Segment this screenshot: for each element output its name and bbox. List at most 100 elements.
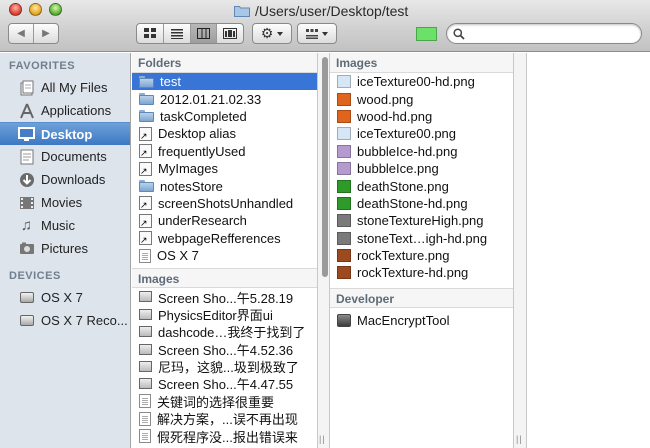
list-item-folder[interactable]: test: [132, 73, 317, 91]
search-field[interactable]: [446, 23, 642, 44]
list-view-icon: [170, 28, 183, 39]
list-item-application[interactable]: MacEncryptTool: [330, 312, 513, 329]
item-label: test: [160, 74, 181, 90]
list-item-document[interactable]: OS X 7: [132, 247, 317, 264]
list-item-image[interactable]: wood.png: [330, 90, 513, 107]
sidebar-item-desktop[interactable]: Desktop: [0, 122, 130, 145]
image-thumbnail-icon: [337, 249, 351, 263]
list-item-alias[interactable]: MyImages: [132, 160, 317, 177]
list-item-image[interactable]: stoneText…igh-hd.png: [330, 230, 513, 247]
item-label: 尼玛，这貌...圾到极致了: [158, 360, 299, 376]
sidebar-item-os-x-7-recovery[interactable]: OS X 7 Reco...: [0, 309, 130, 332]
list-item-image[interactable]: deathStone-hd.png: [330, 195, 513, 212]
coverflow-view-button[interactable]: [217, 24, 243, 43]
list-item-image[interactable]: deathStone.png: [330, 177, 513, 194]
column-resize-handle[interactable]: ||: [318, 53, 330, 448]
group-header-images: Images: [132, 268, 317, 289]
list-item-document[interactable]: 关键词的选择很重要: [132, 393, 317, 410]
list-item-image[interactable]: iceTexture00.png: [330, 125, 513, 142]
action-menu-button[interactable]: ⚙: [252, 23, 292, 44]
image-thumbnail-icon: [337, 144, 351, 158]
item-label: notesStore: [160, 178, 223, 194]
list-item-folder[interactable]: 2012.01.21.02.33: [132, 90, 317, 107]
list-item-screenshot[interactable]: dashcode…我终于找到了: [132, 323, 317, 340]
list-item-screenshot[interactable]: Screen Sho...午4.47.55: [132, 375, 317, 392]
list-item-screenshot[interactable]: Screen Sho...午4.52.36: [132, 340, 317, 358]
column-empty[interactable]: [527, 53, 650, 448]
list-item-screenshot[interactable]: Screen Sho...午5.28.19: [132, 288, 317, 306]
list-item-alias[interactable]: Desktop alias: [132, 125, 317, 142]
folder-icon: [234, 6, 250, 17]
list-item-folder[interactable]: taskCompleted: [132, 108, 317, 125]
movies-icon: [18, 194, 35, 211]
sidebar-item-label: Desktop: [41, 126, 93, 142]
list-item-image[interactable]: rockTexture.png: [330, 247, 513, 264]
sidebar-item-pictures[interactable]: Pictures: [0, 237, 130, 260]
back-button[interactable]: ◀: [9, 24, 34, 43]
scrollbar-thumb[interactable]: [322, 57, 328, 277]
screenshot-icon: [139, 343, 152, 355]
sidebar-item-label: OS X 7: [41, 290, 83, 305]
list-item-alias[interactable]: frequentlyUsed: [132, 143, 317, 160]
list-item-alias[interactable]: screenShotsUnhandled: [132, 195, 317, 212]
list-item-document[interactable]: 解决方案，...误不再出现: [132, 410, 317, 427]
sidebar-item-music[interactable]: ♫ Music: [0, 214, 130, 237]
list-view-button[interactable]: [164, 24, 191, 43]
column-test[interactable]: Images iceTexture00-hd.png wood.png wood-h…: [330, 53, 514, 448]
tag-color-button[interactable]: [416, 27, 437, 41]
application-icon: [337, 313, 351, 327]
icon-view-button[interactable]: [137, 24, 164, 43]
image-thumbnail-icon: [337, 231, 351, 245]
list-item-image[interactable]: bubbleIce-hd.png: [330, 143, 513, 160]
close-window-button[interactable]: [9, 3, 22, 16]
sidebar-item-all-my-files[interactable]: All My Files: [0, 76, 130, 99]
list-item-image[interactable]: bubbleIce.png: [330, 160, 513, 177]
image-thumbnail-icon: [337, 92, 351, 106]
list-item-alias[interactable]: webpageRefferences: [132, 230, 317, 247]
item-label: iceTexture00-hd.png: [357, 74, 475, 90]
list-item-screenshot[interactable]: PhysicsEditor界面ui: [132, 306, 317, 323]
arrange-icon: [306, 28, 318, 39]
screenshot-icon: [139, 291, 152, 303]
sidebar-item-os-x-7[interactable]: OS X 7: [0, 286, 130, 309]
forward-button[interactable]: ▶: [34, 24, 58, 43]
list-item-document[interactable]: 假死程序没...报出错误来: [132, 427, 317, 445]
sidebar-item-movies[interactable]: Movies: [0, 191, 130, 214]
column-resize-handle[interactable]: ||: [514, 53, 527, 448]
search-input[interactable]: [469, 26, 639, 41]
item-label: PhysicsEditor界面ui: [158, 307, 273, 323]
sidebar-section-favorites: FAVORITES: [9, 60, 76, 72]
sidebar: FAVORITES All My Files Applications Desk…: [0, 53, 131, 448]
dropdown-arrow-icon: [322, 31, 328, 36]
item-label: rockTexture-hd.png: [357, 265, 469, 281]
resize-grip-icon: ||: [516, 434, 523, 444]
minimize-window-button[interactable]: [29, 3, 42, 16]
item-label: Screen Sho...午5.28.19: [158, 290, 294, 306]
gear-icon: ⚙: [260, 25, 274, 41]
sidebar-item-applications[interactable]: Applications: [0, 99, 130, 122]
column-scrollbar[interactable]: [321, 53, 329, 448]
folder-icon: [139, 110, 154, 123]
arrange-menu-button[interactable]: [297, 23, 337, 44]
sidebar-section-devices: DEVICES: [9, 270, 61, 282]
image-thumbnail-icon: [337, 127, 351, 141]
image-thumbnail-icon: [337, 75, 351, 89]
column-desktop[interactable]: Folders test 2012.01.21.02.33 taskComple…: [132, 53, 318, 448]
sidebar-item-label: Downloads: [41, 172, 106, 187]
alias-icon: [139, 196, 152, 211]
zoom-window-button[interactable]: [49, 3, 62, 16]
column-view-button[interactable]: [190, 24, 218, 43]
list-item-image[interactable]: stoneTextureHigh.png: [330, 212, 513, 229]
item-label: deathStone-hd.png: [357, 195, 468, 211]
list-item-alias[interactable]: underResearch: [132, 212, 317, 229]
item-label: 关键词的选择很重要: [157, 394, 275, 410]
sidebar-item-downloads[interactable]: Downloads: [0, 168, 130, 191]
list-item-folder[interactable]: notesStore: [132, 177, 317, 194]
list-item-image[interactable]: wood-hd.png: [330, 108, 513, 125]
window-toolbar: /Users/user/Desktop/test ◀ ▶ ⚙: [0, 0, 650, 52]
sidebar-item-documents[interactable]: Documents: [0, 145, 130, 168]
document-icon: [139, 429, 151, 444]
list-item-screenshot[interactable]: 尼玛，这貌...圾到极致了: [132, 358, 317, 375]
list-item-image[interactable]: iceTexture00-hd.png: [330, 73, 513, 90]
list-item-image[interactable]: rockTexture-hd.png: [330, 264, 513, 281]
